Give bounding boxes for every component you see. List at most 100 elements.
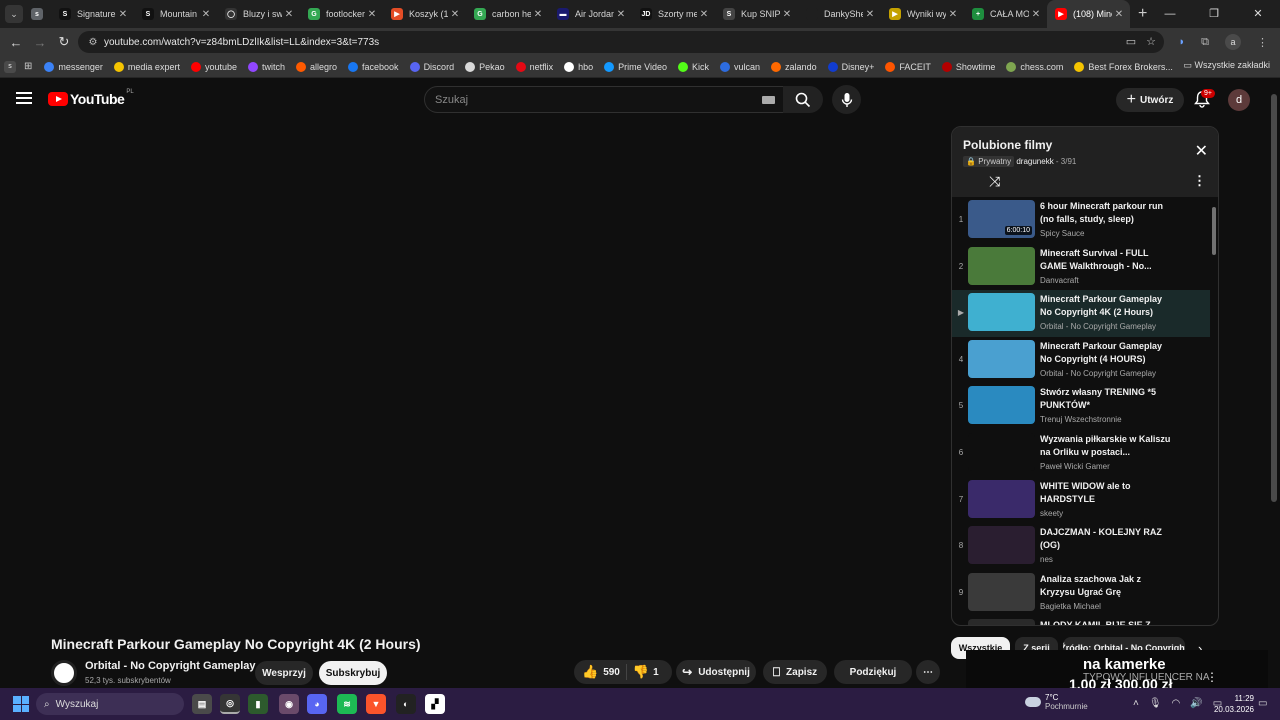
search-button[interactable] (783, 86, 823, 113)
playlist-item-thumbnail[interactable]: 6:00:10 (968, 200, 1035, 238)
browser-tab[interactable]: ▶ Koszyk (1 ✕ (383, 0, 466, 28)
playlist-item[interactable]: 1 6:00:10 6 hour Minecraft parkour run (no… (952, 197, 1210, 244)
bookmark-item[interactable]: Disney+ (827, 61, 874, 72)
close-window-button[interactable]: ✕ (1236, 0, 1280, 28)
browser-tab[interactable]: ▬ Air Jordan ✕ (549, 0, 632, 28)
tab-close-icon[interactable]: ✕ (614, 9, 628, 20)
app2-icon[interactable]: ◉ (279, 694, 299, 714)
new-tab-button[interactable]: + (1138, 5, 1147, 23)
browser-tab[interactable]: ▶ Wyniki wy ✕ (881, 0, 964, 28)
tab-close-icon[interactable]: ✕ (448, 9, 462, 20)
playlist-item-thumbnail[interactable] (968, 432, 1035, 471)
playlist-item[interactable]: 6 Wyzwania piłkarskie w Kaliszu na Orliku… (952, 430, 1210, 477)
playlist-item[interactable]: MLODY KAMIL BIJE SIE Z (952, 616, 1210, 625)
tab-close-icon[interactable]: ✕ (780, 9, 794, 20)
playlist-item-thumbnail[interactable] (968, 293, 1035, 332)
browser-tab[interactable]: Gcarbon he ✕ (466, 0, 549, 28)
dislike-count[interactable]: 1 (653, 667, 659, 678)
spotify-icon[interactable]: ≋ (337, 694, 357, 714)
playlist-item-thumbnail[interactable] (968, 339, 1035, 378)
tab-close-icon[interactable]: ✕ (697, 9, 711, 20)
create-button[interactable]: + Utwórz (1116, 88, 1184, 112)
bookmark-item[interactable]: vulcan (720, 61, 760, 72)
bookmark-item[interactable]: twitch (247, 61, 285, 72)
bookmark-item[interactable]: facebook (348, 61, 399, 72)
file-explorer-icon[interactable]: ▤ (192, 694, 212, 714)
browser-tab[interactable]: ▶ (108) Mine ✕ (1047, 0, 1130, 28)
browser-tab[interactable]: JD Szorty me ✕ (632, 0, 715, 28)
browser-tab[interactable]: Gfootlocker ✕ (300, 0, 383, 28)
subscribe-button[interactable]: Subskrybuj (319, 661, 387, 685)
tab-close-icon[interactable]: ✕ (863, 9, 877, 20)
bookmark-item[interactable]: Showtime (941, 61, 995, 72)
wifi-icon[interactable]: ◠ (1172, 698, 1181, 709)
share-button[interactable]: ↪ Udostępnij (676, 660, 756, 684)
back-button[interactable]: ← (4, 35, 28, 50)
more-actions-button[interactable]: ⋯ (916, 660, 940, 684)
playlist-more-icon[interactable]: ⋮ (1193, 173, 1206, 189)
browser-tab[interactable]: s (27, 0, 51, 28)
like-icon[interactable]: 👍 (582, 664, 598, 680)
dislike-icon[interactable]: 👎 (633, 664, 649, 680)
playlist-item[interactable]: 2 Minecraft Survival - FULL GAME Walkthro… (952, 244, 1210, 291)
channel-name[interactable]: Orbital - No Copyright Gameplay (85, 660, 256, 672)
mic-tray-icon[interactable]: 🎙 (1149, 698, 1162, 709)
bookmark-app-icon[interactable]: s (4, 60, 16, 73)
playlist-item-thumbnail[interactable] (968, 386, 1035, 425)
browser-tab[interactable]: S Mountain ✕ (134, 0, 217, 28)
all-bookmarks-link[interactable]: ▭ Wszystkie zakładki (1183, 60, 1270, 71)
tab-close-icon[interactable]: ✕ (946, 9, 960, 20)
playlist-item[interactable]: 9 Analiza szachowa Jak z Kryzysu Ugrać Gr… (952, 570, 1210, 617)
profile-avatar[interactable]: a (1225, 34, 1241, 50)
playlist-title[interactable]: Polubione filmy (963, 138, 1052, 152)
bookmark-item[interactable]: allegro (296, 61, 337, 72)
like-count[interactable]: 590 (603, 667, 620, 678)
bookmark-item[interactable]: hbo (564, 61, 593, 72)
taskbar-search[interactable]: ⌕ Wyszukaj (36, 693, 184, 715)
bookmark-item[interactable]: Discord (409, 61, 454, 72)
bookmark-item[interactable]: youtube (190, 61, 237, 72)
app3-icon[interactable]: ▞ (425, 694, 445, 714)
reload-button[interactable]: ↻ (52, 34, 76, 50)
bookmark-item[interactable]: media expert (113, 61, 180, 72)
windows-start-icon[interactable] (13, 696, 29, 712)
site-info-icon[interactable]: ⚙ (84, 37, 102, 48)
browser-tab[interactable]: S Kup SNIPE✕ (715, 0, 798, 28)
playlist-item[interactable]: 4 Minecraft Parkour Gameplay No Copyright… (952, 337, 1210, 384)
tab-search-button[interactable]: ⌄ (5, 5, 23, 23)
playlist-owner[interactable]: dragunekk (1016, 157, 1053, 166)
tab-close-icon[interactable]: ✕ (199, 9, 213, 20)
bookmark-item[interactable]: Best Forex Brokers... (1074, 61, 1173, 72)
account-avatar[interactable]: d (1228, 89, 1250, 111)
app-icon[interactable]: ▮ (248, 694, 268, 714)
youtube-logo[interactable]: YouTube PL (48, 89, 134, 107)
playlist-item[interactable]: 5 Stwórz własny TRENING *5 PUNKTÓW* Trenuj… (952, 383, 1210, 430)
apps-grid-icon[interactable]: ⊞ (24, 61, 32, 72)
volume-icon[interactable]: 🔊 (1190, 698, 1202, 709)
playlist-item[interactable]: ▶ Minecraft Parkour Gameplay No Copyright… (952, 290, 1210, 337)
menu-icon[interactable] (16, 92, 32, 104)
bookmark-item[interactable]: netflix (515, 61, 553, 72)
brave-icon[interactable]: ▼ (366, 694, 386, 714)
channel-avatar[interactable] (51, 660, 77, 686)
bookmark-item[interactable]: zalando (771, 61, 817, 72)
tab-close-icon[interactable]: ✕ (282, 9, 296, 20)
notification-center-icon[interactable]: ▭ (1258, 698, 1267, 709)
cast-icon[interactable]: ▭ (1126, 35, 1136, 48)
tab-close-icon[interactable]: ✕ (1029, 9, 1043, 20)
browser-tab[interactable]: ◯ Bluzy i sw ✕ (217, 0, 300, 28)
extensions-puzzle-icon[interactable]: ⧉ (1201, 36, 1209, 49)
weather-widget[interactable]: 7°C Pochmurnie (1025, 693, 1095, 711)
save-button[interactable]: ⎕ Zapisz (763, 660, 827, 684)
tab-close-icon[interactable]: ✕ (365, 9, 379, 20)
page-scrollbar[interactable] (1271, 94, 1277, 502)
playlist-scrollbar[interactable] (1212, 207, 1216, 255)
playlist-item[interactable]: 7 WHITE WIDOW ale to HARDSTYLE skeety (952, 477, 1210, 524)
playlist-item-thumbnail[interactable] (968, 479, 1035, 518)
playlist-item-thumbnail[interactable] (968, 246, 1035, 285)
shuffle-icon[interactable]: ⤨ (989, 173, 1000, 190)
chrome-icon[interactable]: ◎ (220, 694, 240, 714)
tab-close-icon[interactable]: ✕ (531, 9, 545, 20)
forward-button[interactable]: → (28, 35, 52, 50)
search-input[interactable]: Szukaj (424, 86, 786, 113)
